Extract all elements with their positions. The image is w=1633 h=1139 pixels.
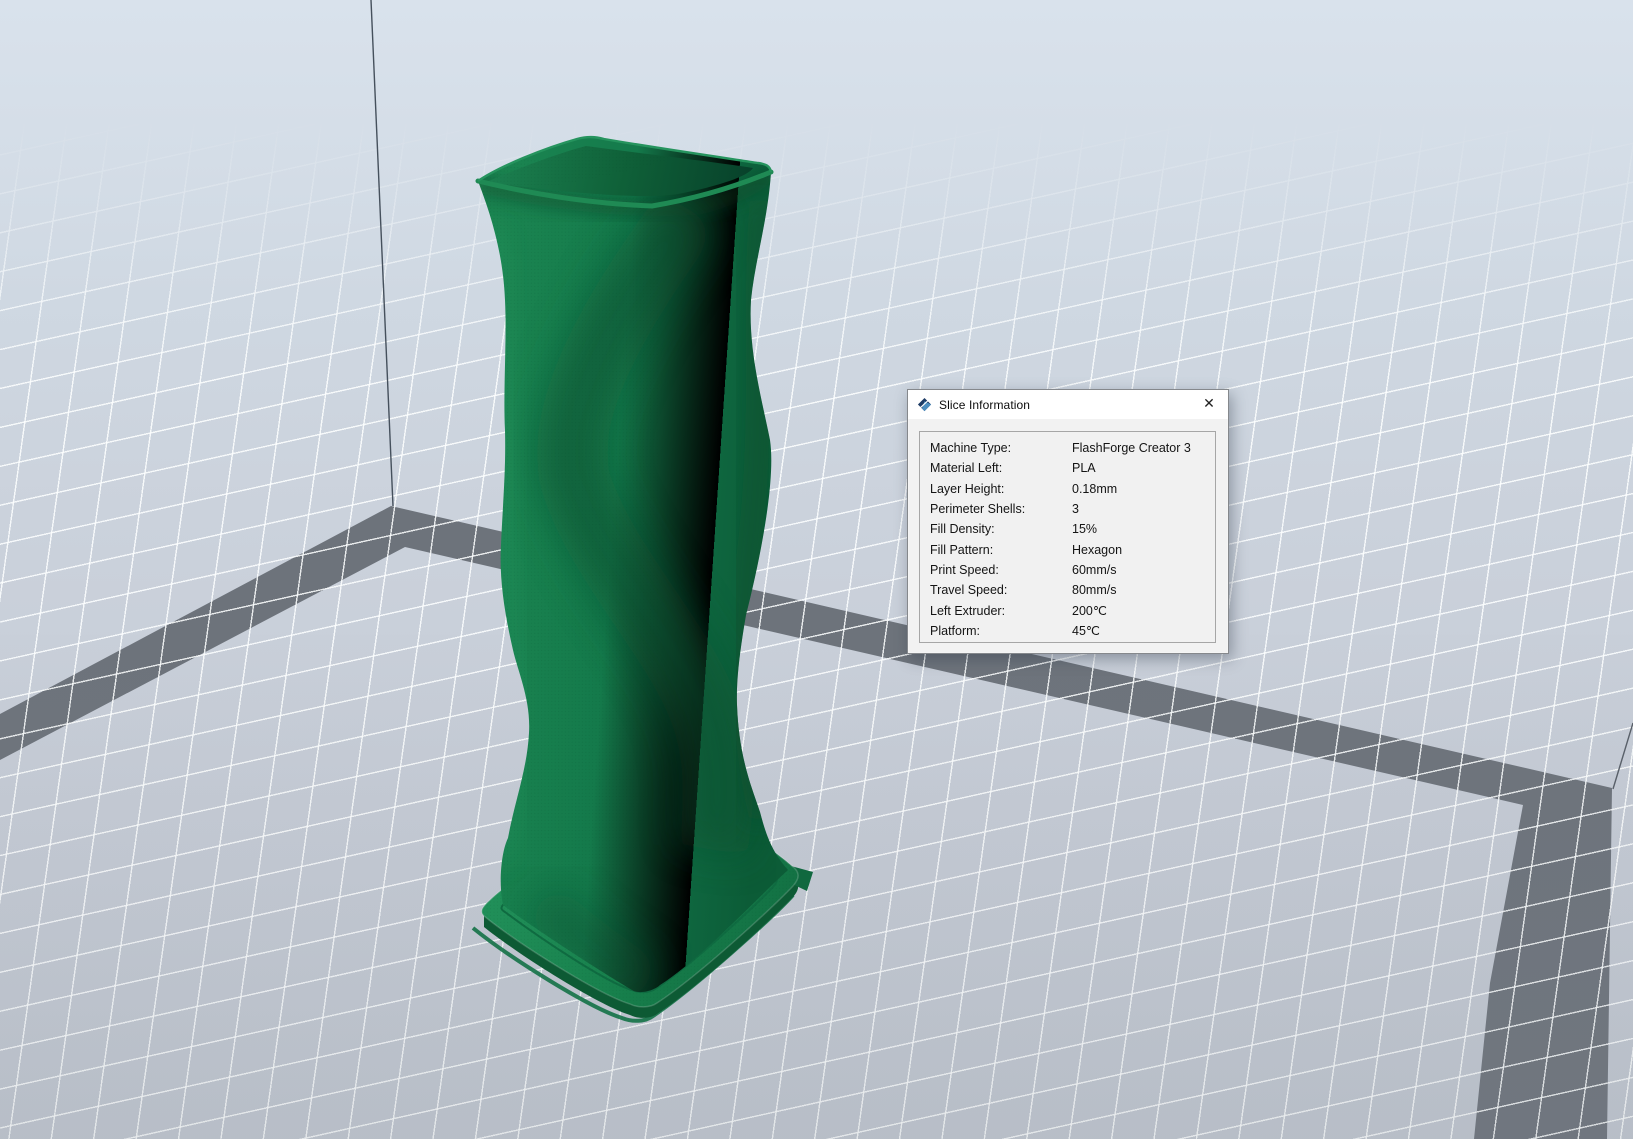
vase-model[interactable]: [440, 137, 813, 1021]
info-row: Fill Pattern: Hexagon: [930, 539, 1215, 559]
info-label: Print Speed:: [930, 563, 1072, 577]
info-row: Print Speed: 60mm/s: [930, 560, 1215, 580]
info-row: Fill Density: 15%: [930, 519, 1215, 539]
info-label: Left Extruder:: [930, 604, 1072, 618]
info-value: PLA: [1072, 461, 1215, 475]
info-label: Material Left:: [930, 461, 1072, 475]
info-value: 45℃: [1072, 623, 1215, 638]
info-label: Machine Type:: [930, 441, 1072, 455]
info-value: 80mm/s: [1072, 583, 1215, 597]
dialog-titlebar[interactable]: Slice Information ✕: [908, 390, 1228, 419]
info-value: 0.18mm: [1072, 482, 1215, 496]
slicer-3d-viewport[interactable]: Slice Information ✕ Machine Type: FlashF…: [0, 0, 1633, 1139]
info-label: Fill Density:: [930, 522, 1072, 536]
info-row: Travel Speed: 80mm/s: [930, 580, 1215, 600]
close-button[interactable]: ✕: [1190, 390, 1228, 419]
info-label: Travel Speed:: [930, 583, 1072, 597]
info-row: Layer Height: 0.18mm: [930, 479, 1215, 499]
info-label: Fill Pattern:: [930, 543, 1072, 557]
info-row: Machine Type: FlashForge Creator 3: [930, 438, 1215, 458]
info-value: Hexagon: [1072, 543, 1215, 557]
model-layer: [0, 0, 1633, 1139]
build-volume-edge-left: [371, 0, 393, 506]
info-row: Material Left: PLA: [930, 458, 1215, 478]
info-label: Layer Height:: [930, 482, 1072, 496]
info-value: 200℃: [1072, 603, 1215, 618]
slice-info-panel: Machine Type: FlashForge Creator 3 Mater…: [919, 431, 1216, 643]
info-value: 3: [1072, 502, 1215, 516]
build-volume-edge-right: [1613, 723, 1633, 789]
close-icon: ✕: [1203, 396, 1215, 412]
flashprint-logo-icon: [917, 397, 932, 412]
info-value: 60mm/s: [1072, 563, 1215, 577]
dialog-title: Slice Information: [939, 398, 1030, 412]
info-row: Perimeter Shells: 3: [930, 499, 1215, 519]
info-row: Left Extruder: 200℃: [930, 600, 1215, 620]
info-label: Perimeter Shells:: [930, 502, 1072, 516]
info-value: 15%: [1072, 522, 1215, 536]
info-row: Platform: 45℃: [930, 621, 1215, 641]
info-value: FlashForge Creator 3: [1072, 441, 1215, 455]
slice-information-dialog: Slice Information ✕ Machine Type: FlashF…: [907, 389, 1229, 654]
info-label: Platform:: [930, 624, 1072, 638]
